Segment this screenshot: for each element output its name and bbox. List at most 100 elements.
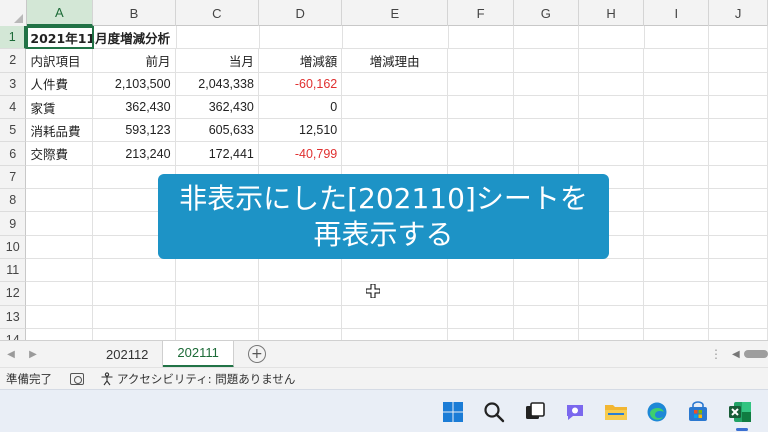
cell-reason[interactable] bbox=[342, 119, 449, 143]
cell-header-item[interactable]: 内訳項目 bbox=[26, 49, 94, 73]
cell[interactable] bbox=[644, 189, 710, 213]
row-header[interactable]: 2 bbox=[0, 49, 27, 73]
cell[interactable] bbox=[448, 72, 514, 96]
cell[interactable] bbox=[578, 119, 645, 143]
cell[interactable] bbox=[513, 258, 579, 283]
cell-item[interactable]: 家賃 bbox=[26, 95, 94, 120]
column-header-d[interactable]: D bbox=[259, 0, 343, 26]
column-header-j[interactable]: J bbox=[709, 0, 768, 26]
more-options-icon[interactable]: ⋮ bbox=[710, 347, 722, 361]
windows-start-icon[interactable] bbox=[440, 399, 466, 425]
column-header-a[interactable]: A bbox=[26, 0, 94, 26]
cell[interactable] bbox=[513, 49, 579, 73]
cell[interactable] bbox=[26, 305, 94, 329]
add-sheet-icon[interactable]: + bbox=[247, 345, 266, 363]
column-header-b[interactable]: B bbox=[93, 0, 176, 26]
cell[interactable] bbox=[709, 72, 768, 96]
cell-prev[interactable]: 593,123 bbox=[93, 119, 176, 143]
cell[interactable] bbox=[342, 328, 449, 340]
cell[interactable] bbox=[709, 165, 768, 190]
cell[interactable] bbox=[448, 258, 514, 283]
cell[interactable] bbox=[513, 305, 579, 329]
row-header[interactable]: 10 bbox=[0, 235, 27, 259]
excel-icon[interactable] bbox=[727, 399, 753, 425]
cell[interactable] bbox=[448, 95, 514, 120]
cell[interactable] bbox=[448, 142, 514, 166]
row-header[interactable]: 9 bbox=[0, 212, 27, 236]
cell-header-current[interactable]: 当月 bbox=[175, 49, 259, 73]
search-icon[interactable] bbox=[481, 399, 507, 425]
cell-current[interactable]: 605,633 bbox=[175, 119, 259, 143]
cell-prev[interactable]: 2,103,500 bbox=[93, 72, 176, 96]
cell[interactable] bbox=[342, 282, 449, 306]
cell[interactable] bbox=[644, 72, 710, 96]
cell[interactable] bbox=[258, 282, 343, 306]
cell[interactable] bbox=[26, 235, 94, 259]
row-header[interactable]: 1 bbox=[0, 26, 27, 50]
cell-reason[interactable] bbox=[342, 72, 449, 96]
cell[interactable] bbox=[578, 305, 645, 329]
cell-reason[interactable] bbox=[342, 142, 449, 166]
sheet-tab-202112[interactable]: 202112 bbox=[92, 340, 164, 368]
cell[interactable] bbox=[644, 328, 710, 340]
cell[interactable] bbox=[644, 49, 710, 73]
cell-item[interactable]: 人件費 bbox=[26, 72, 94, 96]
cell[interactable] bbox=[514, 328, 579, 340]
cell-reason[interactable] bbox=[342, 95, 449, 120]
cell-prev[interactable]: 362,430 bbox=[93, 95, 176, 120]
cell[interactable] bbox=[259, 328, 343, 340]
cell-current[interactable]: 172,441 bbox=[175, 142, 259, 166]
cell-diff[interactable]: 0 bbox=[258, 95, 343, 120]
row-header[interactable]: 5 bbox=[0, 119, 27, 143]
row-header[interactable]: 14 bbox=[0, 328, 27, 340]
column-header-h[interactable]: H bbox=[579, 0, 645, 26]
cell[interactable] bbox=[709, 119, 768, 143]
cell[interactable] bbox=[709, 212, 768, 236]
spreadsheet-grid[interactable]: A B C D E F G H I J 1 2021年11月度増減分析 2 内訳… bbox=[0, 0, 768, 340]
cell[interactable] bbox=[644, 258, 710, 283]
cell-header-diff[interactable]: 増減額 bbox=[258, 49, 343, 73]
horizontal-scrollbar[interactable] bbox=[744, 350, 768, 358]
scroll-left-icon[interactable]: ◀ bbox=[732, 349, 740, 360]
cell[interactable] bbox=[513, 72, 579, 96]
cell[interactable] bbox=[513, 142, 579, 166]
cell[interactable] bbox=[514, 26, 579, 50]
cell[interactable] bbox=[26, 212, 94, 236]
row-header[interactable]: 7 bbox=[0, 165, 27, 190]
cell[interactable] bbox=[175, 282, 259, 306]
task-view-icon[interactable] bbox=[522, 399, 548, 425]
cell[interactable] bbox=[644, 26, 710, 50]
row-header[interactable]: 3 bbox=[0, 72, 27, 96]
cell[interactable] bbox=[709, 258, 768, 283]
cell-item[interactable]: 消耗品費 bbox=[26, 119, 94, 143]
store-icon[interactable] bbox=[685, 399, 711, 425]
cell[interactable] bbox=[709, 282, 768, 306]
cell[interactable] bbox=[578, 282, 645, 306]
cell[interactable] bbox=[644, 119, 710, 143]
cell[interactable] bbox=[175, 305, 259, 329]
cell-header-prev[interactable]: 前月 bbox=[93, 49, 176, 73]
chat-icon[interactable] bbox=[562, 399, 588, 425]
cell[interactable] bbox=[26, 189, 94, 213]
row-header[interactable]: 13 bbox=[0, 305, 27, 329]
row-header[interactable]: 8 bbox=[0, 189, 27, 213]
cell[interactable] bbox=[176, 26, 260, 50]
cell[interactable] bbox=[578, 26, 645, 50]
cell[interactable] bbox=[26, 282, 94, 306]
cell[interactable] bbox=[513, 119, 579, 143]
cell[interactable] bbox=[578, 142, 645, 166]
cell-diff[interactable]: -60,162 bbox=[258, 72, 343, 96]
row-header[interactable]: 4 bbox=[0, 95, 27, 120]
cell[interactable] bbox=[343, 26, 449, 50]
cell[interactable] bbox=[709, 235, 768, 259]
cell[interactable] bbox=[448, 26, 515, 50]
cell-current[interactable]: 2,043,338 bbox=[175, 72, 259, 96]
cell[interactable] bbox=[579, 328, 645, 340]
next-sheet-icon[interactable]: ▶ bbox=[22, 341, 44, 368]
cell[interactable] bbox=[644, 142, 710, 166]
cell[interactable] bbox=[448, 328, 514, 340]
cell-diff[interactable]: -40,799 bbox=[258, 142, 343, 166]
cell[interactable] bbox=[709, 49, 768, 73]
cell[interactable] bbox=[26, 258, 94, 283]
cell-diff[interactable]: 12,510 bbox=[258, 119, 343, 143]
